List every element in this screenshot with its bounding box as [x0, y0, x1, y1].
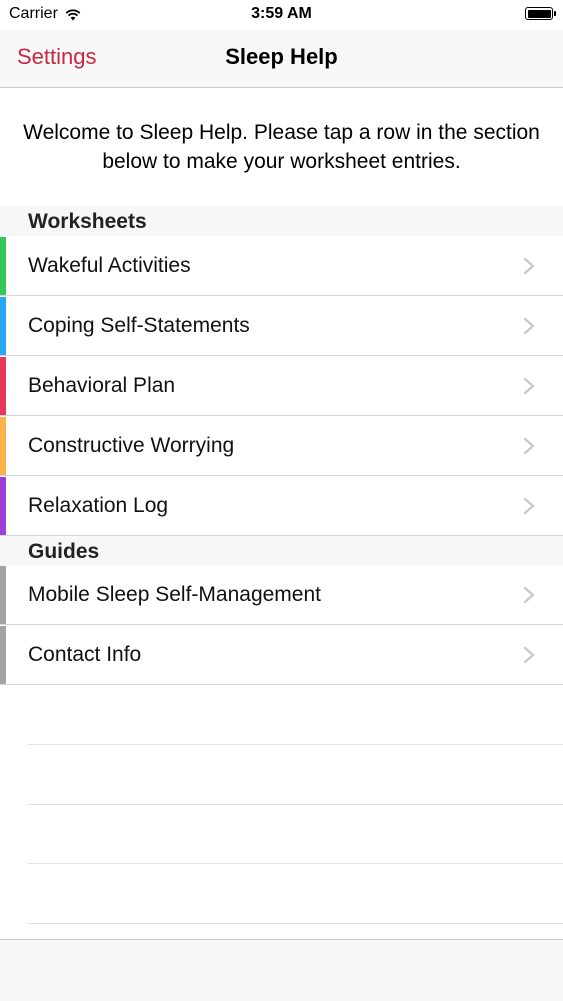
row-label: Coping Self-Statements	[28, 314, 250, 337]
color-stripe	[0, 357, 6, 415]
list-item-wakeful-activities[interactable]: Wakeful Activities	[0, 237, 563, 296]
color-stripe	[0, 477, 6, 535]
list-item-coping-self-statements[interactable]: Coping Self-Statements	[0, 297, 563, 356]
list-item-mobile-sleep-self-management[interactable]: Mobile Sleep Self-Management	[0, 566, 563, 625]
row-label: Mobile Sleep Self-Management	[28, 583, 321, 606]
list-item-constructive-worrying[interactable]: Constructive Worrying	[0, 417, 563, 476]
color-stripe	[0, 417, 6, 475]
bottom-toolbar	[0, 939, 563, 1001]
row-label: Relaxation Log	[28, 494, 169, 517]
section-header-guides: Guides	[0, 536, 563, 566]
list-item-contact-info[interactable]: Contact Info	[0, 626, 563, 685]
chevron-right-icon	[523, 646, 535, 664]
empty-row-separator	[28, 744, 563, 745]
color-stripe	[0, 626, 6, 684]
row-label: Behavioral Plan	[28, 374, 176, 397]
chevron-right-icon	[523, 257, 535, 275]
row-label: Constructive Worrying	[28, 434, 235, 457]
status-time: 3:59 AM	[251, 5, 312, 22]
color-stripe	[0, 237, 6, 295]
list-item-behavioral-plan[interactable]: Behavioral Plan	[0, 357, 563, 416]
row-label: Contact Info	[28, 643, 142, 666]
welcome-text: Welcome to Sleep Help. Please tap a row …	[23, 121, 540, 173]
list-item-relaxation-log[interactable]: Relaxation Log	[0, 477, 563, 536]
navigation-bar: Settings Sleep Help	[0, 30, 563, 88]
chevron-right-icon	[523, 317, 535, 335]
section-header-worksheets: Worksheets	[0, 206, 563, 236]
welcome-message: Welcome to Sleep Help. Please tap a row …	[0, 88, 563, 206]
page-title: Sleep Help	[225, 44, 338, 69]
empty-row-separator	[28, 923, 563, 924]
color-stripe	[0, 566, 6, 624]
battery-icon	[525, 7, 556, 20]
row-label: Wakeful Activities	[28, 254, 191, 277]
chevron-right-icon	[523, 437, 535, 455]
empty-row-separator	[28, 804, 563, 805]
empty-row-separator	[28, 863, 563, 864]
chevron-right-icon	[523, 377, 535, 395]
chevron-right-icon	[523, 586, 535, 604]
chevron-right-icon	[523, 497, 535, 515]
color-stripe	[0, 297, 6, 355]
status-bar: Carrier 3:59 AM	[0, 0, 563, 30]
